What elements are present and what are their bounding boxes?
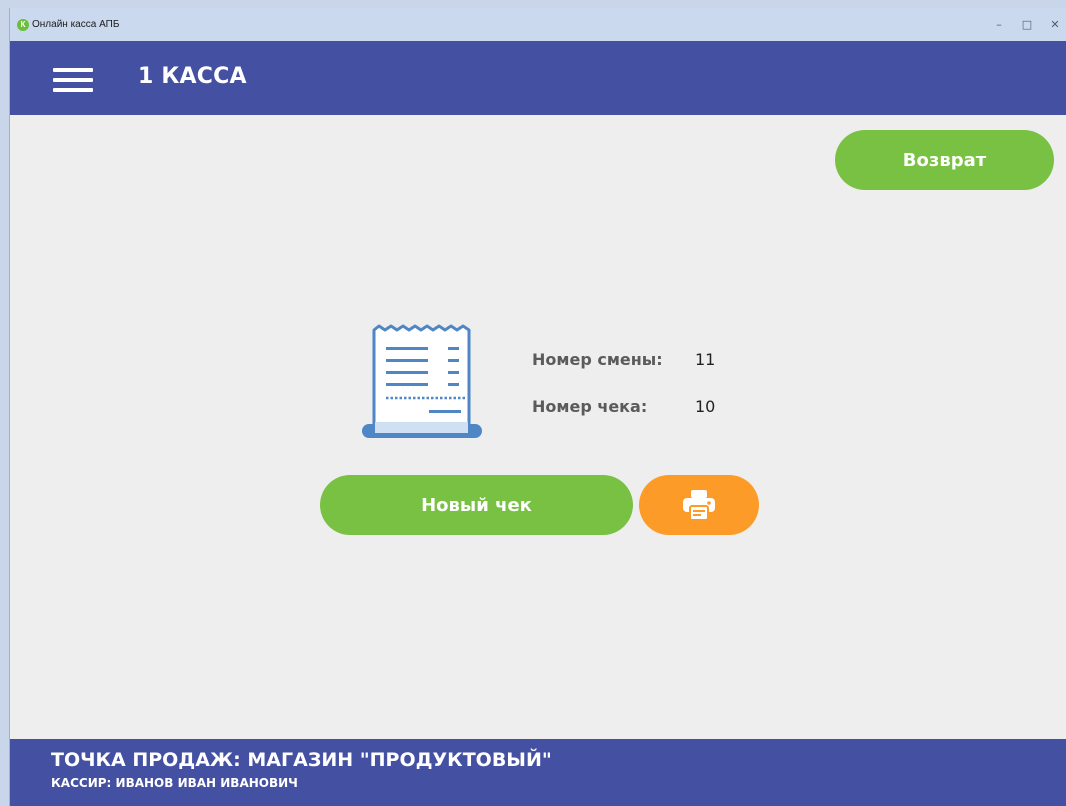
receipt-number-row: Номер чека: <box>532 397 647 416</box>
point-of-sale-label: ТОЧКА ПРОДАЖ: МАГАЗИН "ПРОДУКТОВЫЙ" <box>51 749 552 771</box>
shift-number-row: Номер смены: <box>532 350 663 369</box>
status-footer: ТОЧКА ПРОДАЖ: МАГАЗИН "ПРОДУКТОВЫЙ" КАСС… <box>10 739 1066 806</box>
cashier-label: КАССИР: ИВАНОВ ИВАН ИВАНОВИЧ <box>51 776 298 790</box>
page-title: 1 КАССА <box>138 64 247 89</box>
shift-number-value: 11 <box>695 350 716 369</box>
receipt-number-label: Номер чека: <box>532 397 648 416</box>
app-logo-icon: К <box>17 18 29 31</box>
window-title: Онлайн касса АПБ <box>32 19 120 30</box>
app-header: 1 КАССА <box>10 41 1066 115</box>
receipt-number-value: 10 <box>695 397 716 416</box>
minimize-icon[interactable]: – <box>993 18 1005 31</box>
window-titlebar[interactable]: К Онлайн касса АПБ – □ ✕ <box>10 8 1066 41</box>
maximize-icon[interactable]: □ <box>1021 18 1033 31</box>
receipt-icon <box>362 324 482 438</box>
hamburger-menu-icon[interactable] <box>53 68 93 94</box>
new-receipt-button[interactable]: Новый чек <box>320 475 633 535</box>
window-controls: – □ ✕ <box>993 18 1061 31</box>
close-icon[interactable]: ✕ <box>1049 18 1061 31</box>
app-window: К Онлайн касса АПБ – □ ✕ 1 КАССА Возврат <box>9 8 1066 806</box>
print-button[interactable] <box>639 475 759 535</box>
shift-number-label: Номер смены: <box>532 350 663 369</box>
printer-icon <box>683 490 715 521</box>
return-button[interactable]: Возврат <box>835 130 1054 190</box>
